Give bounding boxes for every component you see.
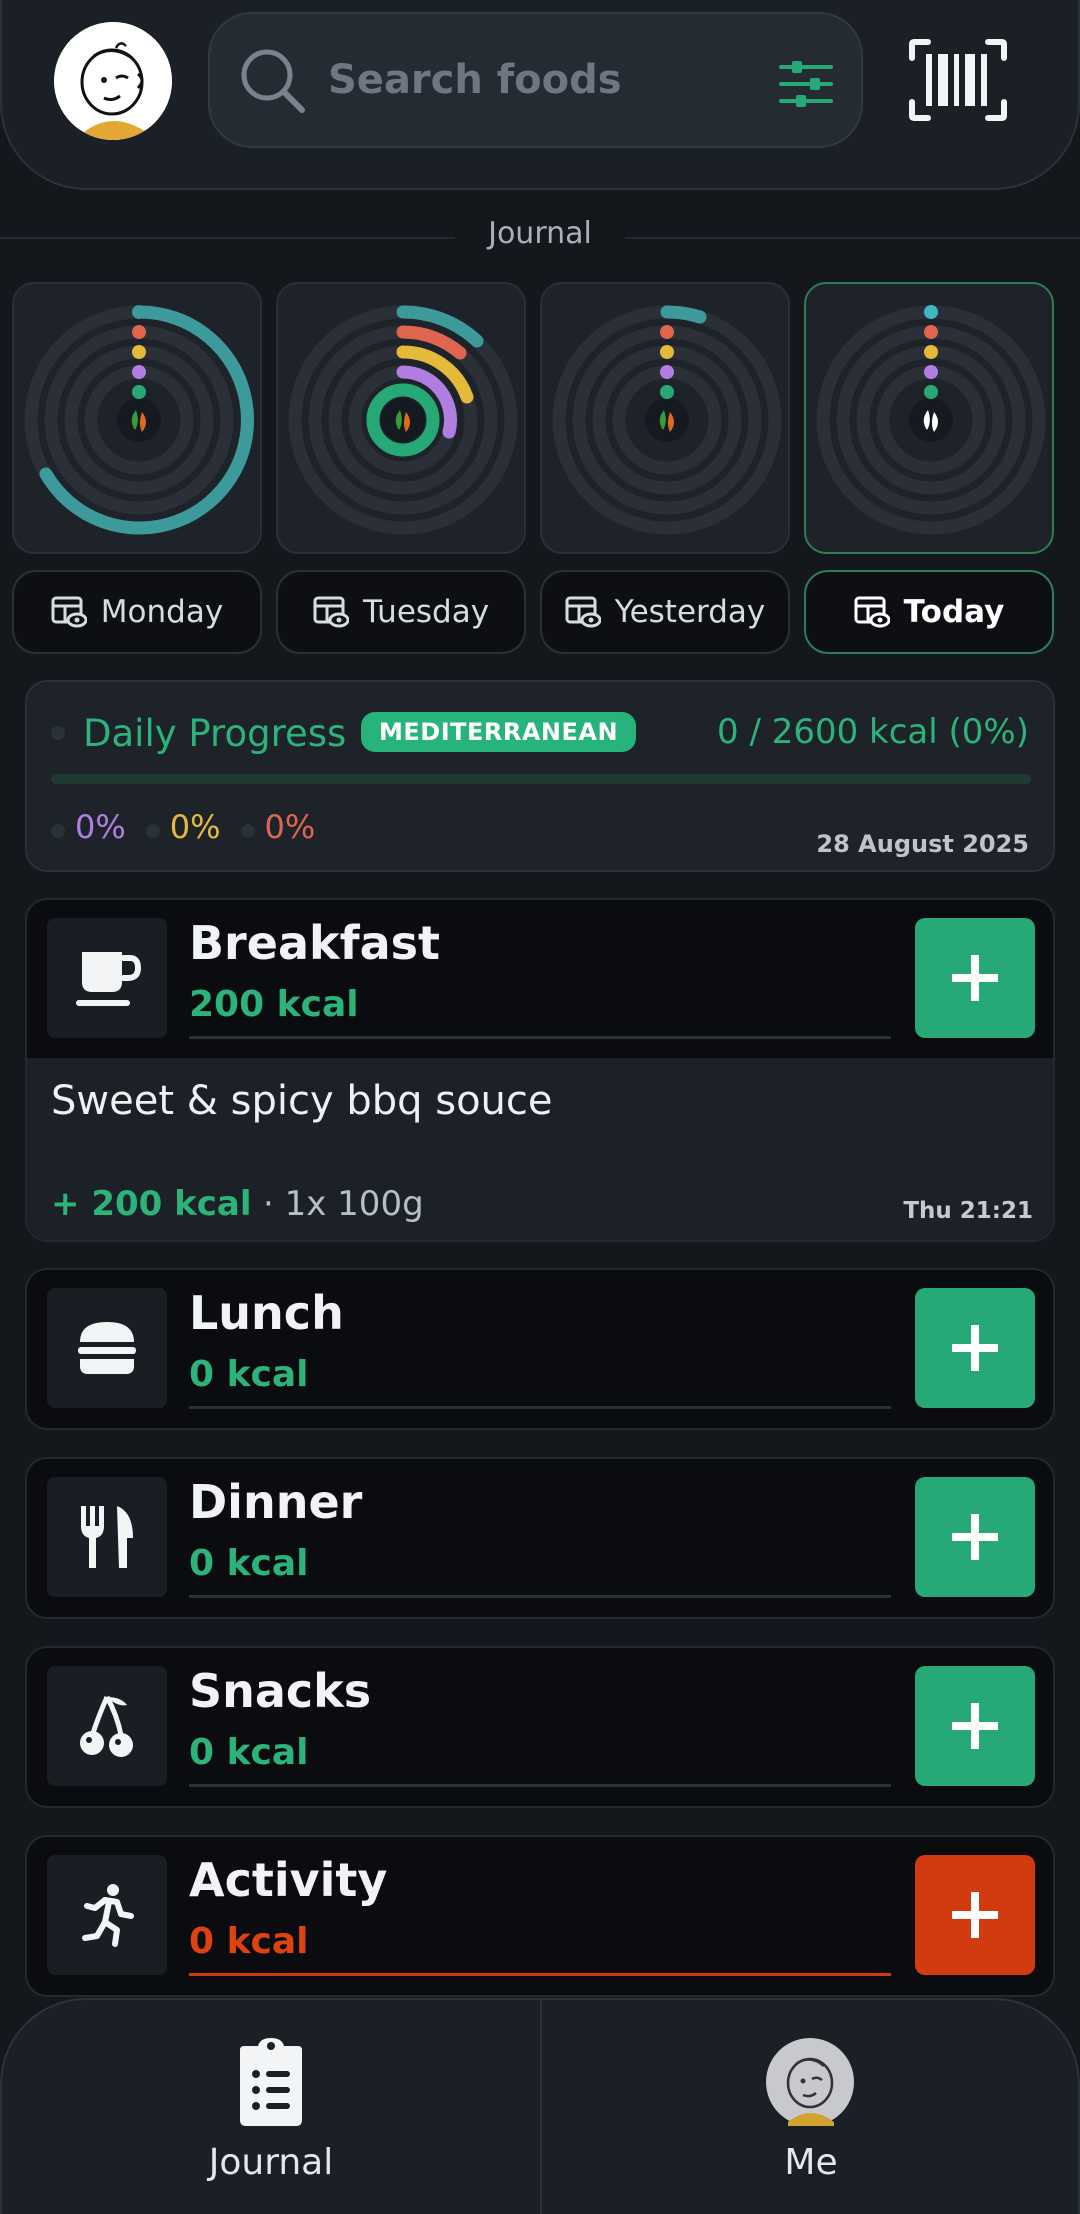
day-label: Tuesday [362, 594, 490, 630]
meal-title: Breakfast [189, 916, 441, 970]
bottom-navigation: Journal Me [0, 1998, 1080, 2214]
meal-divider [189, 1784, 891, 1787]
day-label: Monday [100, 594, 224, 630]
calendar-eye-icon [313, 596, 349, 628]
fork-knife-icon [47, 1477, 167, 1597]
food-entry-kcal: + 200 kcal [51, 1184, 252, 1224]
calendar-eye-icon [854, 596, 890, 628]
calendar-eye-icon [565, 596, 601, 628]
barcode-scan-icon[interactable] [908, 38, 1008, 126]
plus-icon [952, 955, 998, 1001]
meal-kcal: 0 kcal [189, 1354, 309, 1395]
me-avatar-icon [766, 2038, 854, 2130]
meal-card-snacks: Snacks 0 kcal [25, 1646, 1055, 1808]
day-button-yesterday[interactable]: Yesterday [540, 570, 790, 654]
meal-kcal: 200 kcal [189, 984, 359, 1025]
food-entry-time: Thu 21:21 [903, 1198, 1033, 1224]
add-breakfast-button[interactable] [915, 918, 1035, 1038]
coffee-cup-icon [47, 918, 167, 1038]
calendar-eye-icon [51, 596, 87, 628]
nav-tab-journal[interactable]: Journal [2, 2000, 540, 2214]
monday-rings-chart [24, 305, 255, 535]
nav-journal-label: Journal [208, 2142, 334, 2183]
fat-dot [240, 824, 255, 838]
meal-card-lunch: Lunch 0 kcal [25, 1268, 1055, 1430]
day-card-yesterday[interactable] [540, 282, 790, 554]
filter-sliders-icon[interactable] [778, 59, 834, 113]
plus-icon [952, 1703, 998, 1749]
food-entry-quantity: · 1x 100g [263, 1184, 424, 1224]
activity-kcal: 0 kcal [189, 1921, 309, 1962]
burger-icon [47, 1288, 167, 1408]
meal-title: Lunch [189, 1286, 344, 1340]
search-bar[interactable] [208, 12, 863, 148]
today-rings-chart [816, 305, 1046, 535]
food-entry-name: Sweet & spicy bbq souce [51, 1078, 553, 1124]
meal-kcal: 0 kcal [189, 1543, 309, 1584]
meal-divider [189, 1036, 891, 1039]
add-snacks-button[interactable] [915, 1666, 1035, 1786]
day-button-monday[interactable]: Monday [12, 570, 262, 654]
meal-title: Activity [189, 1853, 388, 1907]
add-dinner-button[interactable] [915, 1477, 1035, 1597]
cherries-icon [47, 1666, 167, 1786]
meal-divider [189, 1406, 891, 1409]
avatar-cartoon-icon [54, 22, 172, 140]
meal-card-dinner: Dinner 0 kcal [25, 1457, 1055, 1619]
daily-progress-title: Daily Progress [83, 712, 347, 755]
meal-title: Snacks [189, 1664, 372, 1718]
meal-card-activity: Activity 0 kcal [25, 1835, 1055, 1997]
day-label: Yesterday [614, 594, 766, 630]
add-lunch-button[interactable] [915, 1288, 1035, 1408]
day-card-tuesday[interactable] [276, 282, 526, 554]
meal-title: Dinner [189, 1475, 363, 1529]
day-button-today[interactable]: Today [804, 570, 1054, 654]
day-card-monday[interactable] [12, 282, 262, 554]
meal-kcal: 0 kcal [189, 1732, 309, 1773]
yesterday-rings-chart [552, 305, 782, 535]
profile-avatar[interactable] [54, 22, 172, 140]
day-card-today[interactable] [804, 282, 1054, 554]
nav-tab-me[interactable]: Me [542, 2000, 1080, 2214]
nav-me-label: Me [784, 2142, 838, 2183]
daily-progress-card: Daily Progress MEDITERRANEAN 0 / 2600 kc… [25, 680, 1055, 872]
meal-divider [189, 1595, 891, 1598]
fat-percent: 0% [264, 808, 316, 846]
meal-card-breakfast: Breakfast 200 kcal Sweet & spicy bbq sou… [25, 898, 1055, 1242]
journal-section-label: Journal [455, 216, 625, 251]
protein-percent: 0% [75, 808, 126, 846]
plus-icon [952, 1325, 998, 1371]
top-bar [0, 0, 1080, 190]
day-label: Today [903, 594, 1005, 630]
plus-icon [952, 1892, 998, 1938]
status-dot [51, 726, 65, 740]
kcal-progress-bar [51, 774, 1031, 784]
plus-icon [952, 1514, 998, 1560]
progress-date: 28 August 2025 [816, 830, 1029, 858]
meal-divider [189, 1973, 891, 1976]
search-icon [238, 46, 308, 120]
kcal-progress-text: 0 / 2600 kcal (0%) [717, 712, 1029, 752]
search-input[interactable] [328, 44, 728, 116]
add-activity-button[interactable] [915, 1855, 1035, 1975]
day-button-tuesday[interactable]: Tuesday [276, 570, 526, 654]
food-entry[interactable]: Sweet & spicy bbq souce + 200 kcal · 1x … [27, 1058, 1053, 1240]
running-person-icon [47, 1855, 167, 1975]
tuesday-rings-chart [288, 305, 518, 535]
clipboard-list-icon [234, 2036, 308, 2132]
macro-summary: 0% 0% 0% [51, 808, 315, 846]
protein-dot [51, 824, 65, 838]
diet-badge: MEDITERRANEAN [361, 712, 637, 752]
carbs-percent: 0% [169, 808, 221, 846]
carbs-dot [145, 824, 160, 838]
